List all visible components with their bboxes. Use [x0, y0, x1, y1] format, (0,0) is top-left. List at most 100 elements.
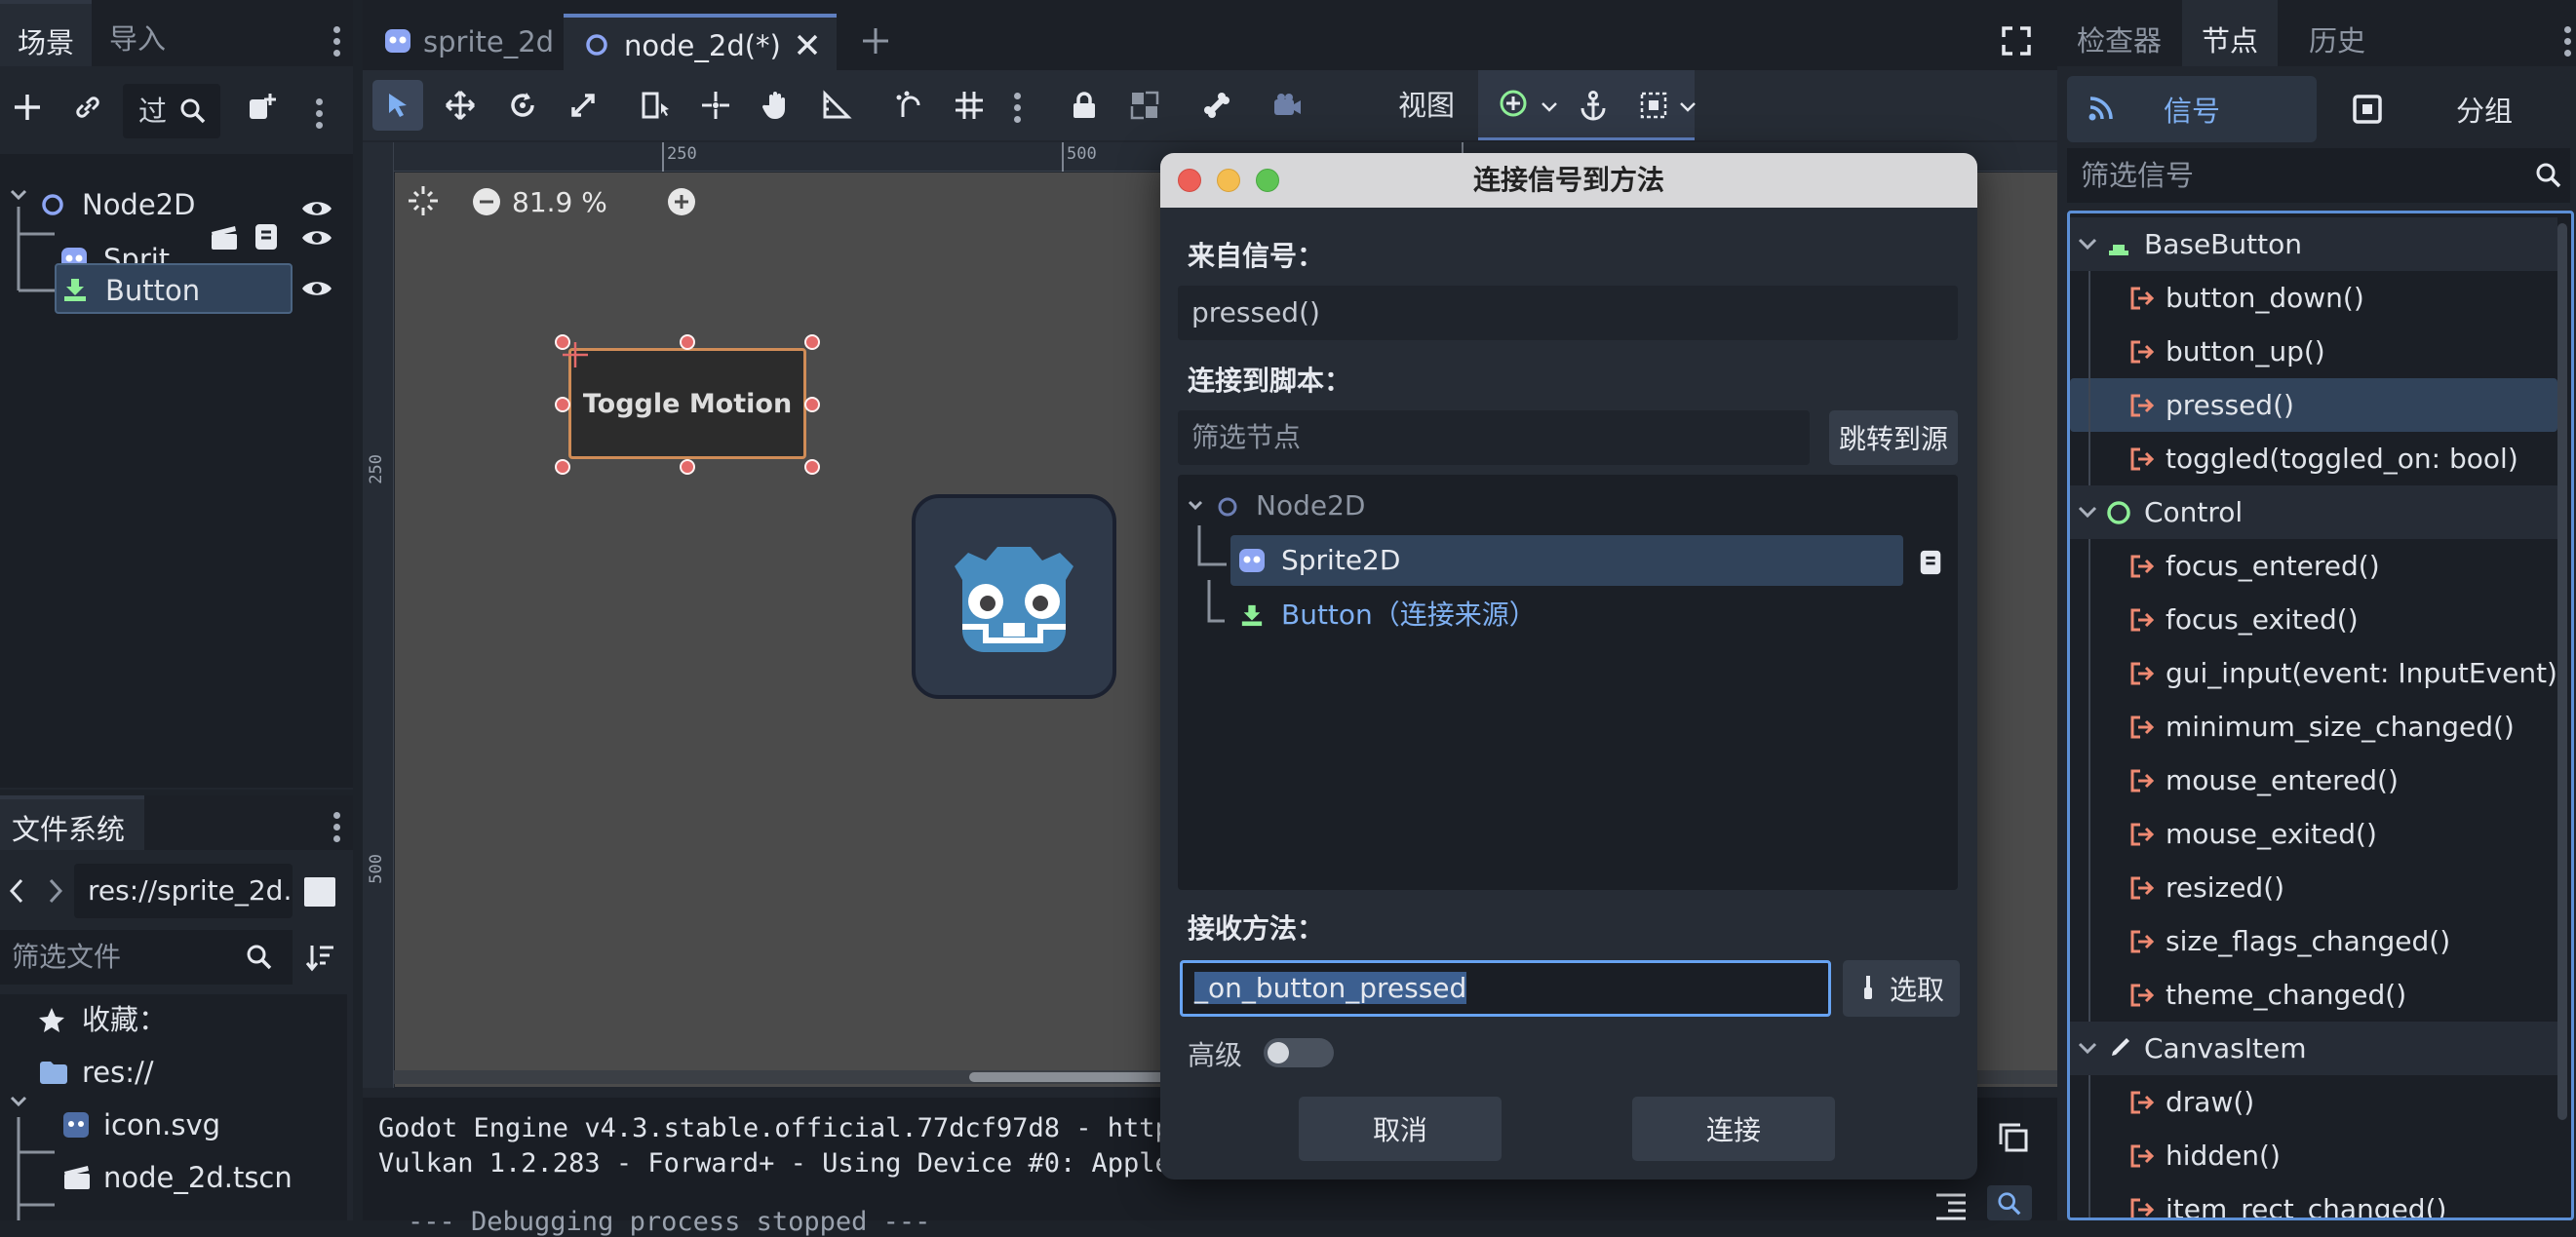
- filesystem-menu-icon[interactable]: [333, 807, 341, 847]
- copy-output-icon[interactable]: [1997, 1121, 2030, 1154]
- center-view-icon[interactable]: [407, 184, 440, 217]
- connect-button[interactable]: 连接: [1632, 1097, 1835, 1161]
- collapse-output-icon[interactable]: [1934, 1191, 1968, 1220]
- resize-handle[interactable]: [680, 334, 695, 350]
- chevron-down-icon[interactable]: [2078, 1042, 2097, 1056]
- tab-sprite-2d[interactable]: sprite_2d: [363, 14, 554, 70]
- tree-item-button[interactable]: Button: [55, 263, 293, 314]
- signal-filter-input[interactable]: 筛选信号: [2067, 148, 2570, 203]
- lock-icon[interactable]: [1059, 80, 1110, 131]
- pick-method-button[interactable]: 选取: [1843, 960, 1960, 1017]
- group-icon[interactable]: [1119, 80, 1170, 131]
- visibility-icon[interactable]: [300, 226, 333, 250]
- signal-item[interactable]: resized(): [2070, 861, 2557, 914]
- fullscreen-icon[interactable]: [2001, 25, 2032, 57]
- signal-item[interactable]: hidden(): [2070, 1129, 2557, 1182]
- signal-item[interactable]: pressed(): [2070, 378, 2557, 432]
- signal-category[interactable]: Control: [2070, 485, 2557, 539]
- script-icon[interactable]: [252, 220, 281, 253]
- anchor-icon[interactable]: [1568, 80, 1619, 131]
- zoom-in-icon[interactable]: [666, 186, 697, 217]
- chevron-down-icon[interactable]: [1541, 101, 1558, 113]
- zoom-out-icon[interactable]: [471, 186, 502, 217]
- signal-tree-scrollbar[interactable]: [2557, 223, 2567, 1120]
- signal-item[interactable]: minimum_size_changed(): [2070, 700, 2557, 754]
- dialog-tree-sprite2d[interactable]: Sprite2D: [1230, 535, 1903, 586]
- receiver-method-input[interactable]: _on_button_pressed: [1180, 960, 1831, 1017]
- scene-filter-input[interactable]: 过: [123, 84, 220, 138]
- signal-item[interactable]: mouse_entered(): [2070, 754, 2557, 807]
- position-add-icon[interactable]: [1490, 80, 1541, 131]
- signal-item[interactable]: gui_input(event: InputEvent): [2070, 646, 2557, 700]
- signal-category[interactable]: CanvasItem: [2070, 1022, 2557, 1075]
- instance-scene-icon[interactable]: [234, 80, 289, 135]
- output-search-button[interactable]: [1987, 1185, 2032, 1220]
- snap-options-icon[interactable]: [1014, 88, 1022, 128]
- tab-history[interactable]: 历史: [2289, 0, 2385, 66]
- view-menu[interactable]: 视图: [1398, 80, 1455, 131]
- pan-tool-icon[interactable]: [751, 80, 801, 131]
- minimize-window-icon[interactable]: [1217, 169, 1240, 192]
- resize-handle[interactable]: [804, 459, 820, 475]
- godot-sprite[interactable]: [912, 494, 1116, 699]
- advanced-toggle[interactable]: [1264, 1038, 1334, 1067]
- signal-item[interactable]: mouse_exited(): [2070, 807, 2557, 861]
- signal-item[interactable]: toggled(toggled_on: bool): [2070, 432, 2557, 485]
- visibility-icon[interactable]: [300, 197, 333, 220]
- tab-scene[interactable]: 场景: [0, 0, 93, 66]
- signal-category[interactable]: BaseButton: [2070, 217, 2557, 271]
- signal-item[interactable]: theme_changed(): [2070, 968, 2557, 1022]
- zoom-level[interactable]: 81.9 %: [512, 186, 607, 218]
- ruler-tool-icon[interactable]: [811, 80, 862, 131]
- move-tool-icon[interactable]: [435, 80, 486, 131]
- signal-item[interactable]: button_down(): [2070, 271, 2557, 325]
- groups-icon[interactable]: [2352, 94, 2383, 125]
- resize-handle[interactable]: [804, 397, 820, 412]
- resize-handle[interactable]: [680, 459, 695, 475]
- resize-handle[interactable]: [555, 459, 570, 475]
- select-mode-icon[interactable]: [630, 80, 681, 131]
- scene-options-icon[interactable]: [316, 94, 324, 134]
- maximize-window-icon[interactable]: [1256, 169, 1279, 192]
- smart-snap-icon[interactable]: [883, 80, 934, 131]
- tab-node-2d[interactable]: node_2d(*): [564, 14, 837, 70]
- sort-icon[interactable]: [304, 942, 337, 975]
- scale-tool-icon[interactable]: [558, 80, 608, 131]
- go-to-source-button[interactable]: 跳转到源: [1829, 410, 1958, 465]
- tab-import[interactable]: 导入: [92, 0, 183, 66]
- tab-inspector[interactable]: 检查器: [2057, 0, 2181, 66]
- back-icon[interactable]: [8, 877, 25, 905]
- filesystem-path-field[interactable]: res://sprite_2d.: [74, 864, 293, 918]
- scene-dock-menu-icon[interactable]: [333, 21, 341, 61]
- add-node-icon[interactable]: [0, 80, 55, 135]
- node-filter-input[interactable]: 筛选节点: [1178, 410, 1810, 465]
- tab-signals[interactable]: 信号: [2067, 76, 2317, 142]
- toggle-motion-button-node[interactable]: Toggle Motion: [568, 348, 806, 459]
- link-icon[interactable]: [60, 80, 115, 135]
- visibility-icon[interactable]: [300, 277, 333, 300]
- inspector-menu-icon[interactable]: [2564, 21, 2572, 61]
- tab-node[interactable]: 节点: [2182, 0, 2279, 66]
- split-view-icon[interactable]: [304, 877, 335, 907]
- close-icon[interactable]: [796, 33, 819, 57]
- signal-item[interactable]: focus_entered(): [2070, 539, 2557, 593]
- new-tab-icon[interactable]: [860, 25, 891, 57]
- pivot-tool-icon[interactable]: [690, 80, 741, 131]
- cancel-button[interactable]: 取消: [1299, 1097, 1502, 1161]
- tab-groups[interactable]: 分组: [2399, 76, 2570, 142]
- chevron-down-icon[interactable]: [1679, 101, 1697, 113]
- file-filter-input[interactable]: 筛选文件: [0, 930, 293, 985]
- grid-snap-icon[interactable]: [944, 80, 995, 131]
- resize-handle[interactable]: [804, 334, 820, 350]
- close-window-icon[interactable]: [1178, 169, 1201, 192]
- signal-item[interactable]: draw(): [2070, 1075, 2557, 1129]
- rotate-tool-icon[interactable]: [497, 80, 548, 131]
- signal-item[interactable]: focus_exited(): [2070, 593, 2557, 646]
- signal-item[interactable]: button_up(): [2070, 325, 2557, 378]
- signal-item[interactable]: item_rect_changed(): [2070, 1182, 2557, 1218]
- chevron-down-icon[interactable]: [2078, 238, 2097, 251]
- tree-item-node2d[interactable]: Node2D: [41, 179, 333, 230]
- resize-handle[interactable]: [555, 397, 570, 412]
- clapperboard-icon[interactable]: [209, 222, 240, 253]
- tab-filesystem[interactable]: 文件系统: [0, 795, 144, 850]
